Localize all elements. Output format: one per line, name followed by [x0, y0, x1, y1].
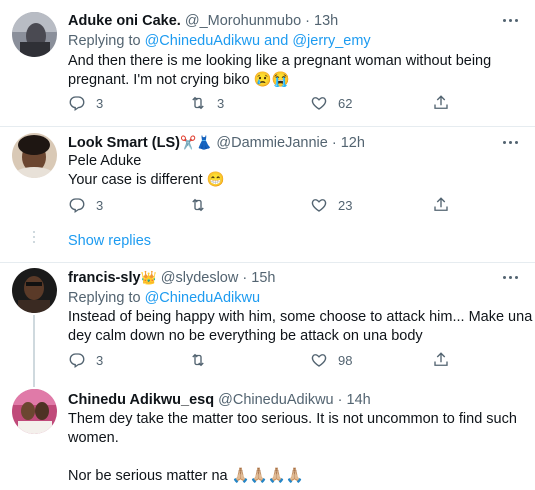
- like-icon: [311, 97, 327, 110]
- like-icon: [311, 199, 327, 212]
- share-button[interactable]: [432, 93, 450, 113]
- reply-button[interactable]: 3: [68, 195, 103, 215]
- retweet-icon: [192, 96, 204, 110]
- tweet-francis[interactable]: francis-sly👑 @slydeslow · 15h Replying t…: [0, 263, 535, 378]
- reply-icon: [69, 353, 85, 369]
- tweet-text-line: Them dey take the matter too serious. It…: [68, 411, 517, 427]
- timestamp[interactable]: 15h: [251, 270, 275, 286]
- more-icon[interactable]: [503, 15, 521, 25]
- share-icon: [434, 352, 448, 366]
- like-icon: [311, 354, 327, 367]
- replying-to: Replying to @ChineduAdikwu: [68, 289, 260, 307]
- tweet-actions: 3 98: [68, 350, 508, 370]
- thread-line: [33, 378, 35, 387]
- tweet-text-line: women.: [68, 430, 119, 446]
- reply-count: 3: [96, 352, 104, 368]
- tweet-chinedu[interactable]: Chinedu Adikwu_esq @ChineduAdikwu · 14h …: [0, 378, 535, 490]
- tweet-actions: 3 23: [68, 195, 508, 215]
- tweet-look-smart[interactable]: Look Smart (LS)✂️👗 @DammieJannie · 12h P…: [0, 127, 535, 262]
- replying-to: Replying to @ChineduAdikwu and @jerry_em…: [68, 32, 371, 50]
- tweet-text-line: pregnant. I'm not crying biko 😢😭: [68, 72, 290, 88]
- separator-dot: ·: [305, 13, 311, 29]
- replying-to-prefix: Replying to: [68, 33, 145, 49]
- tweet-text-line: Your case is different 😁: [68, 172, 225, 188]
- user-handle[interactable]: @_Morohunmubo: [185, 13, 301, 29]
- separator-dot: ·: [337, 392, 343, 408]
- tweet-text: And then there is me looking like a preg…: [68, 52, 523, 90]
- like-button[interactable]: 62: [310, 93, 352, 113]
- display-name[interactable]: Look Smart (LS): [68, 135, 180, 151]
- share-button[interactable]: [432, 195, 450, 215]
- timestamp[interactable]: 14h: [347, 392, 371, 408]
- mention-link[interactable]: @jerry_emy: [292, 33, 370, 49]
- like-button[interactable]: 23: [310, 195, 352, 215]
- tweet-text: Instead of being happy with him, some ch…: [68, 308, 533, 346]
- tweet-text: Them dey take the matter too serious. It…: [68, 410, 523, 486]
- reply-button[interactable]: 3: [68, 350, 103, 370]
- reply-icon: [69, 96, 85, 112]
- tweet-text-line: dey calm down no be everything be attack…: [68, 328, 423, 344]
- mention-link[interactable]: @ChineduAdikwu: [145, 33, 260, 49]
- tweet-text-line: And then there is me looking like a preg…: [68, 53, 492, 69]
- tweet-text: Pele Aduke Your case is different 😁: [68, 152, 523, 190]
- reply-button[interactable]: 3: [68, 93, 103, 113]
- avatar[interactable]: [12, 133, 57, 178]
- like-count: 98: [338, 352, 353, 368]
- display-name[interactable]: Chinedu Adikwu_esq: [68, 392, 214, 408]
- replying-to-and: and: [260, 33, 293, 49]
- tweet-header: Aduke oni Cake. @_Morohunmubo · 13h: [68, 12, 338, 30]
- avatar[interactable]: [12, 12, 57, 57]
- show-replies-link[interactable]: Show replies: [68, 233, 151, 249]
- separator-dot: ·: [331, 135, 337, 151]
- tweet-text-line: Pele Aduke: [68, 153, 142, 169]
- name-emoji: ✂️👗: [179, 135, 213, 150]
- more-icon[interactable]: [503, 272, 521, 282]
- thread-dots: [33, 231, 35, 246]
- display-name[interactable]: francis-sly: [68, 270, 141, 286]
- share-button[interactable]: [432, 350, 450, 370]
- avatar[interactable]: [12, 268, 57, 313]
- tweet-text-line: Nor be serious matter na 🙏🏼🙏🏼🙏🏼🙏🏼: [68, 468, 304, 484]
- thread-line: [33, 315, 35, 378]
- separator-dot: ·: [242, 270, 248, 286]
- user-handle[interactable]: @ChineduAdikwu: [218, 392, 333, 408]
- retweet-icon: [192, 198, 204, 212]
- display-name[interactable]: Aduke oni Cake.: [68, 13, 181, 29]
- retweet-button[interactable]: [189, 195, 217, 215]
- share-icon: [434, 95, 448, 109]
- tweet-aduke[interactable]: Aduke oni Cake. @_Morohunmubo · 13h Repl…: [0, 0, 535, 128]
- like-count: 62: [338, 95, 353, 111]
- user-handle[interactable]: @DammieJannie: [216, 135, 327, 151]
- share-icon: [434, 197, 448, 211]
- tweet-header: Look Smart (LS)✂️👗 @DammieJannie · 12h: [68, 134, 365, 152]
- timestamp[interactable]: 12h: [341, 135, 365, 151]
- tweet-header: francis-sly👑 @slydeslow · 15h: [68, 269, 275, 287]
- like-button[interactable]: 98: [310, 350, 352, 370]
- reply-count: 3: [96, 197, 104, 213]
- reply-count: 3: [96, 95, 104, 111]
- tweet-text-line: Instead of being happy with him, some ch…: [68, 309, 533, 325]
- replying-to-prefix: Replying to: [68, 290, 145, 306]
- tweet-text-line: [68, 448, 523, 467]
- retweet-count: 3: [217, 95, 225, 111]
- avatar[interactable]: [12, 389, 57, 434]
- more-icon[interactable]: [503, 137, 521, 147]
- retweet-icon: [192, 353, 204, 367]
- name-emoji: 👑: [140, 270, 157, 285]
- timestamp[interactable]: 13h: [314, 13, 338, 29]
- mention-link[interactable]: @ChineduAdikwu: [145, 290, 260, 306]
- tweet-header: Chinedu Adikwu_esq @ChineduAdikwu · 14h: [68, 391, 371, 409]
- retweet-button[interactable]: [189, 350, 217, 370]
- like-count: 23: [338, 197, 353, 213]
- retweet-button[interactable]: 3: [189, 93, 224, 113]
- reply-icon: [69, 198, 85, 214]
- tweet-actions: 3 3 62: [68, 93, 508, 113]
- user-handle[interactable]: @slydeslow: [161, 270, 239, 286]
